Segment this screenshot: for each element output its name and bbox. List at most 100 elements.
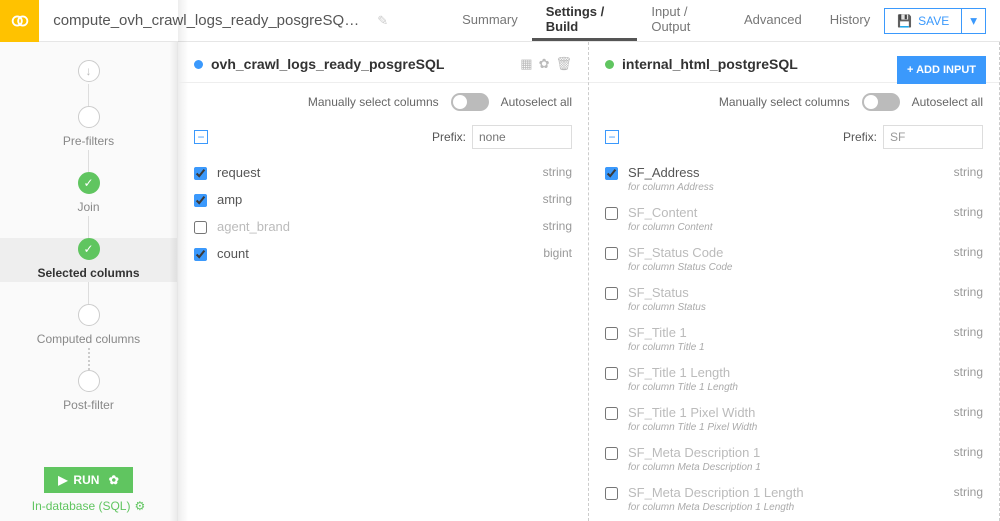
column-desc: for column Title 1 Pixel Width	[628, 422, 954, 433]
arrow-down-icon: ↓	[78, 60, 100, 82]
column-row[interactable]: SF_Status Codefor column Status Codestri…	[589, 239, 999, 279]
save-icon: 💾	[897, 14, 912, 28]
step-label: Pre-filters	[63, 134, 114, 148]
column-type: string	[954, 485, 983, 499]
column-type: string	[954, 405, 983, 419]
autoselect-toggle[interactable]	[451, 93, 489, 111]
source-dot-icon	[605, 60, 614, 69]
autoselect-toggle[interactable]	[862, 93, 900, 111]
trash-icon[interactable]: 🗑	[555, 56, 572, 72]
column-row[interactable]: countbigint	[178, 240, 588, 267]
column-name: SF_Address	[628, 165, 954, 180]
column-row[interactable]: SF_Contentfor column Contentstring	[589, 199, 999, 239]
tab-input-output[interactable]: Input / Output	[637, 0, 730, 41]
run-button[interactable]: ▶ RUN ✿	[44, 467, 133, 493]
column-row[interactable]: agent_brandstring	[178, 213, 588, 240]
check-icon	[78, 172, 100, 194]
column-desc: for column Status	[628, 302, 954, 313]
prefix-input[interactable]	[883, 125, 983, 149]
edit-title-icon[interactable]: ✎	[377, 13, 388, 29]
column-row[interactable]: SF_Meta Description 1 Length for column M…	[589, 479, 999, 519]
tab-settings-build[interactable]: Settings / Build	[532, 0, 638, 41]
step-label: Selected columns	[37, 266, 139, 280]
column-name: SF_Status	[628, 285, 954, 300]
app-logo	[0, 0, 39, 42]
engine-label[interactable]: In-database (SQL) ⚙	[32, 499, 145, 513]
step-start[interactable]: ↓	[0, 60, 177, 84]
deselect-all-checkbox[interactable]: −	[605, 130, 619, 144]
tab-history[interactable]: History	[816, 0, 884, 41]
column-checkbox[interactable]	[605, 247, 618, 260]
column-row[interactable]: SF_Title 1for column Title 1string	[589, 319, 999, 359]
column-name: SF_Title 1	[628, 325, 954, 340]
save-button[interactable]: 💾SAVE	[884, 8, 962, 34]
column-checkbox[interactable]	[194, 194, 207, 207]
step-join[interactable]: Join	[0, 172, 177, 216]
prefix-label: Prefix:	[432, 130, 466, 144]
column-checkbox[interactable]	[194, 248, 207, 261]
column-type: string	[954, 285, 983, 299]
column-type: string	[954, 205, 983, 219]
grid-icon[interactable]: ▦	[520, 56, 532, 72]
link-icon	[9, 10, 31, 32]
circle-icon	[78, 370, 100, 392]
tab-summary[interactable]: Summary	[448, 0, 532, 41]
step-label: Computed columns	[37, 332, 140, 346]
column-type: string	[954, 365, 983, 379]
column-desc: for column Meta Description 1 Length	[628, 502, 954, 513]
column-row[interactable]: ampstring	[178, 186, 588, 213]
column-checkbox[interactable]	[605, 367, 618, 380]
column-row[interactable]: SF_Meta Description 1 for column Meta Des…	[589, 439, 999, 479]
column-name: request	[217, 165, 543, 180]
column-row[interactable]: SF_Statusfor column Statusstring	[589, 279, 999, 319]
step-label: Join	[77, 200, 99, 214]
column-name: agent_brand	[217, 219, 543, 234]
column-checkbox[interactable]	[605, 207, 618, 220]
column-panels: ovh_crawl_logs_ready_posgreSQL ▦ ✿ 🗑 Manuall…	[178, 42, 1000, 521]
column-row[interactable]: SF_Title 1 Lengthfor column Title 1 Leng…	[589, 359, 999, 399]
deselect-all-checkbox[interactable]: −	[194, 130, 208, 144]
column-checkbox[interactable]	[605, 407, 618, 420]
column-name: SF_Meta Description 1 Length	[628, 485, 954, 500]
manual-select-label: Manually select columns	[719, 95, 850, 109]
run-label: RUN	[73, 473, 99, 487]
column-name: SF_Title 1 Pixel Width	[628, 405, 954, 420]
circle-icon	[78, 304, 100, 326]
column-type: string	[543, 165, 572, 179]
step-selected-columns[interactable]: Selected columns	[0, 238, 177, 282]
column-checkbox[interactable]	[194, 167, 207, 180]
column-checkbox[interactable]	[194, 221, 207, 234]
save-dropdown[interactable]: ▾	[962, 8, 986, 34]
prefix-label: Prefix:	[843, 130, 877, 144]
column-row[interactable]: SF_Addressfor column Addressstring	[589, 159, 999, 199]
add-input-button[interactable]: + ADD INPUT	[897, 56, 986, 84]
panel-title: ovh_crawl_logs_ready_posgreSQL	[211, 56, 444, 72]
column-row[interactable]: requeststring	[178, 159, 588, 186]
column-desc: for column Title 1	[628, 342, 954, 353]
column-checkbox[interactable]	[605, 447, 618, 460]
column-name: SF_Title 1 Length	[628, 365, 954, 380]
column-type: string	[954, 245, 983, 259]
step-pre-filters[interactable]: Pre-filters	[0, 106, 177, 150]
source-dot-icon	[194, 60, 203, 69]
column-name: SF_Meta Description 1	[628, 445, 954, 460]
column-checkbox[interactable]	[605, 487, 618, 500]
page-title: compute_ovh_crawl_logs_ready_posgreSQ…	[39, 12, 373, 29]
manual-select-label: Manually select columns	[308, 95, 439, 109]
step-post-filter[interactable]: Post-filter	[0, 370, 177, 414]
column-row[interactable]: SF_Title 1 Pixel Width for column Title 1…	[589, 399, 999, 439]
autoselect-label: Autoselect all	[501, 95, 572, 109]
column-type: string	[543, 219, 572, 233]
column-desc: for column Address	[628, 182, 954, 193]
run-area: ▶ RUN ✿ In-database (SQL) ⚙	[0, 467, 177, 513]
column-type: string	[954, 445, 983, 459]
gear-icon[interactable]: ✿	[539, 56, 550, 72]
prefix-input[interactable]	[472, 125, 572, 149]
column-checkbox[interactable]	[605, 287, 618, 300]
column-checkbox[interactable]	[605, 167, 618, 180]
column-desc: for column Meta Description 1	[628, 462, 954, 473]
tab-advanced[interactable]: Advanced	[730, 0, 816, 41]
step-computed-columns[interactable]: Computed columns	[0, 304, 177, 348]
panel-title: internal_html_postgreSQL	[622, 56, 798, 72]
column-checkbox[interactable]	[605, 327, 618, 340]
